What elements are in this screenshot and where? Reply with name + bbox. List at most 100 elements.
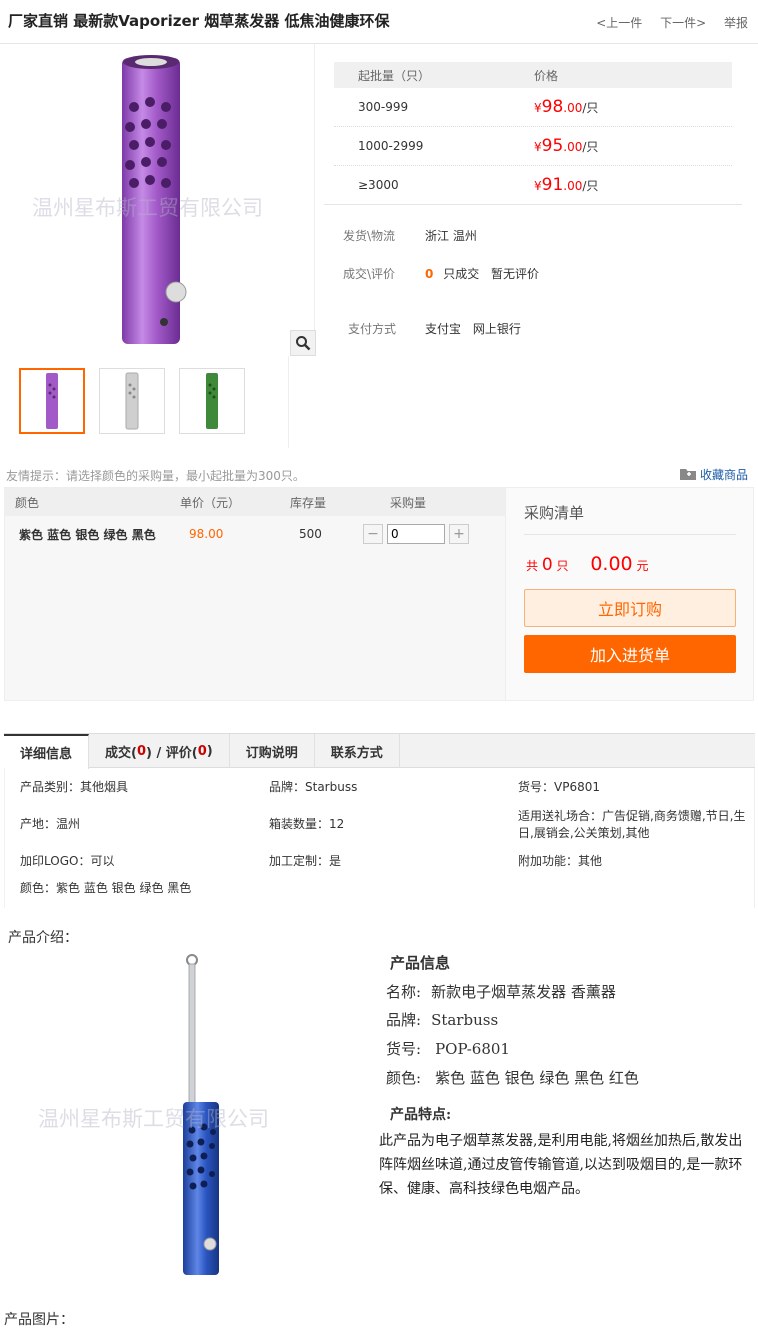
total-unit: 只: [556, 559, 569, 573]
qty-column-header: 起批量（只）: [358, 68, 431, 83]
price-decimal: .00: [563, 179, 583, 193]
attr-category: 产品类别：其他烟具: [20, 780, 129, 794]
review-text: 暂无评价: [491, 267, 540, 281]
report-link[interactable]: 举报: [724, 16, 748, 30]
sku-color-header: 颜色: [15, 495, 40, 510]
payment-methods: 支付宝 网上银行: [425, 320, 521, 337]
detail-tabs: 详细信息 成交(0) / 评价(0) 订购说明 联系方式: [4, 733, 755, 769]
tab-deal-suffix: ): [206, 743, 213, 759]
tab-deals-reviews[interactable]: 成交(0) / 评价(0): [89, 734, 230, 768]
sku-stock-header: 库存量: [290, 495, 327, 510]
price-unit: /只: [582, 179, 599, 193]
intro-brand-label: 品牌:: [386, 1011, 422, 1029]
zoom-icon[interactable]: [290, 330, 316, 356]
price-table: 起批量（只） 价格 300-999 ¥98.00/只 1000-2999 ¥95…: [334, 62, 732, 205]
intro-watermark: 温州星布斯工贸有限公司: [38, 1107, 269, 1131]
deal-text: 只成交: [443, 267, 480, 281]
price-unit: /只: [582, 140, 599, 154]
favorite-label: 收藏商品: [699, 468, 748, 482]
currency-symbol: ¥: [534, 101, 542, 115]
price-integer: 95: [541, 136, 564, 156]
next-product-link[interactable]: 下一件>: [660, 16, 706, 30]
thumbnail-green[interactable]: [179, 368, 245, 434]
decrease-qty-button[interactable]: −: [363, 524, 383, 544]
tab-deal-prefix: 成交(: [105, 745, 137, 761]
intro-name-line: 名称: 新款电子烟草蒸发器 香薰器: [386, 981, 616, 1002]
intro-colors: 紫色 蓝色 银色 绿色 黑色 红色: [435, 1069, 639, 1087]
currency-symbol: ¥: [534, 179, 542, 193]
sku-header: 颜色 单价（元） 库存量 采购量: [5, 488, 505, 516]
price-unit: /只: [582, 101, 599, 115]
shipping-label: 发货\物流: [343, 229, 396, 243]
payment-label: 支付方式: [348, 322, 397, 336]
total-amount: 0.00: [590, 553, 633, 575]
price-row: 1000-2999 ¥95.00/只: [334, 127, 732, 166]
tab-detail[interactable]: 详细信息: [4, 734, 90, 769]
sku-qty-header: 采购量: [390, 495, 427, 510]
purchase-list: 采购清单 共 0 只 0.00 元 立即订购 加入进货单: [506, 487, 754, 701]
sku-price: 98.00: [189, 527, 224, 541]
payment-alipay: 支付宝: [425, 322, 462, 336]
price-decimal: .00: [563, 101, 583, 115]
thumbnail-silver[interactable]: [99, 368, 165, 434]
attr-origin: 产地：温州: [20, 817, 81, 831]
shipping-value: 浙江 温州: [425, 229, 477, 243]
add-to-cart-button[interactable]: 加入进货单: [524, 635, 736, 673]
price-decimal: .00: [563, 140, 583, 154]
attr-custom: 加工定制：是: [269, 854, 342, 868]
deals-label: 成交\评价: [343, 267, 396, 281]
price-column-header: 价格: [534, 68, 559, 83]
intro-brand: Starbuss: [431, 1011, 499, 1029]
attr-occasion: 适用送礼场合：广告促销,商务馈赠,节日,生日,展销会,公关策划,其他: [518, 809, 746, 840]
intro-name: 新款电子烟草蒸发器 香薰器: [431, 983, 616, 1001]
price-integer: 91: [541, 175, 564, 195]
purchase-tip: 友情提示：请选择颜色的采购量，最小起批量为300只。: [6, 469, 305, 483]
intro-name-label: 名称:: [386, 983, 422, 1001]
attr-brand: 品牌：Starbuss: [269, 780, 358, 794]
cart-total: 共 0 只 0.00 元: [526, 553, 649, 575]
thumbnail-purple[interactable]: [19, 368, 85, 434]
attr-box-qty: 箱装数量：12: [269, 817, 345, 831]
total-prefix: 共: [526, 559, 539, 573]
quantity-input[interactable]: [387, 524, 445, 544]
folder-icon: [680, 469, 697, 480]
image-watermark: 温州星布斯工贸有限公司: [32, 196, 263, 220]
intro-sku-line: 货号: POP-6801: [386, 1038, 510, 1059]
order-now-button[interactable]: 立即订购: [524, 589, 736, 627]
amount-unit: 元: [636, 559, 649, 573]
price-integer: 98: [541, 97, 564, 117]
attr-logo: 加印LOGO：可以: [20, 854, 115, 868]
total-count: 0: [541, 555, 553, 575]
tab-contact[interactable]: 联系方式: [315, 734, 400, 768]
price-table-header: 起批量（只） 价格: [334, 62, 732, 88]
increase-qty-button[interactable]: +: [449, 524, 469, 544]
attr-extra: 附加功能：其他: [518, 854, 603, 868]
product-attributes: 产品类别：其他烟具 品牌：Starbuss 货号：VP6801 产地：温州 箱装…: [4, 768, 755, 908]
quantity-stepper: − +: [363, 524, 469, 544]
tab-deal-count: 0: [136, 743, 147, 759]
attr-sku: 货号：VP6801: [518, 780, 600, 794]
sku-selector: 颜色 单价（元） 库存量 采购量 紫色 蓝色 银色 绿色 黑色 98.00 50…: [4, 487, 506, 701]
price-row-qty: 1000-2999: [358, 139, 424, 153]
price-row-qty: 300-999: [358, 100, 409, 114]
tab-review-count: 0: [197, 743, 207, 759]
price-row: ≥3000 ¥91.00/只: [334, 166, 732, 205]
favorite-link[interactable]: 收藏商品: [680, 466, 748, 483]
intro-colors-label: 颜色:: [386, 1069, 422, 1087]
product-gallery: 温州星布斯工贸有限公司: [4, 44, 316, 356]
features-title: 产品特点:: [390, 1107, 452, 1123]
product-title: 厂家直销 最新款Vaporizer 烟草蒸发器 低焦油健康环保: [8, 12, 390, 30]
product-info-title: 产品信息: [390, 954, 451, 972]
payment-bank: 网上银行: [472, 322, 521, 336]
tab-order-notes[interactable]: 订购说明: [230, 734, 315, 768]
sku-row: 紫色 蓝色 银色 绿色 黑色 98.00 500 − +: [5, 516, 505, 552]
price-divider: [324, 204, 742, 205]
intro-colors-line: 颜色: 紫色 蓝色 银色 绿色 黑色 红色: [386, 1067, 639, 1088]
attr-colors: 颜色：紫色 蓝色 银色 绿色 黑色: [20, 881, 192, 895]
intro-sku: POP-6801: [435, 1040, 510, 1058]
gallery-divider: [288, 356, 289, 448]
prev-product-link[interactable]: <上一件: [596, 16, 642, 30]
features-text: 此产品为电子烟草蒸发器,是利用电能,将烟丝加热后,散发出阵阵烟丝味道,通过皮管传…: [379, 1133, 743, 1197]
sku-price-header: 单价（元）: [180, 495, 241, 510]
product-nav: <上一件 下一件> 举报: [582, 14, 748, 31]
